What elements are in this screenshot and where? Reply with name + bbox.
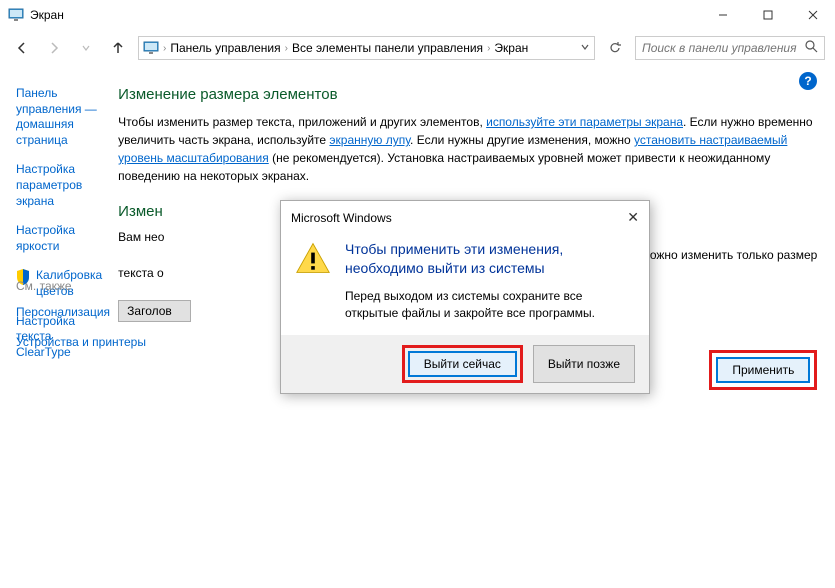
logout-now-highlight: Выйти сейчас (402, 345, 523, 383)
apply-highlight: Применить (709, 350, 817, 390)
sidebar-item-display-settings[interactable]: Настройка параметров экрана (16, 162, 102, 209)
dialog-titlebar: Microsoft Windows ✕ (281, 201, 649, 234)
navbar: › Панель управления › Все элементы панел… (0, 30, 835, 66)
nav-recent[interactable] (74, 36, 98, 60)
dialog-text: Перед выходом из системы сохраните все о… (345, 288, 635, 322)
chevron-right-icon: › (487, 43, 490, 54)
page-heading: Изменение размера элементов (118, 86, 817, 103)
address-bar[interactable]: › Панель управления › Все элементы панел… (138, 36, 595, 60)
chevron-right-icon: › (285, 43, 288, 54)
chevron-down-icon[interactable] (580, 41, 590, 55)
window-title: Экран (30, 8, 700, 22)
dialog-close-button[interactable]: ✕ (627, 209, 639, 226)
dialog-button-row: Выйти сейчас Выйти позже (281, 335, 649, 393)
font-element-dropdown[interactable]: Заголов (118, 300, 191, 322)
close-button[interactable] (790, 0, 835, 30)
window-controls (700, 0, 835, 30)
search-box[interactable] (635, 36, 825, 60)
dialog-body: Чтобы применить эти изменения, необходим… (281, 234, 649, 335)
nav-back[interactable] (10, 36, 34, 60)
search-icon[interactable] (805, 40, 818, 56)
logout-later-button[interactable]: Выйти позже (533, 345, 635, 383)
link-magnifier[interactable]: экранную лупу (329, 133, 410, 147)
sidebar-item-brightness[interactable]: Настройка яркости (16, 223, 102, 254)
refresh-button[interactable] (603, 36, 627, 60)
warning-icon (295, 240, 331, 276)
nav-forward[interactable] (42, 36, 66, 60)
sidebar-item-home[interactable]: Панель управления — домашняя страница (16, 86, 102, 148)
chevron-right-icon: › (163, 43, 166, 54)
dialog-title: Microsoft Windows (291, 211, 392, 225)
logout-now-button[interactable]: Выйти сейчас (408, 351, 517, 377)
monitor-icon (8, 7, 24, 23)
intro-paragraph: Чтобы изменить размер текста, приложений… (118, 113, 817, 185)
maximize-button[interactable] (745, 0, 790, 30)
search-input[interactable] (642, 41, 805, 55)
breadcrumb-item[interactable]: Экран (494, 41, 528, 55)
dialog: Microsoft Windows ✕ Чтобы применить эти … (280, 200, 650, 394)
apply-button[interactable]: Применить (716, 357, 810, 383)
breadcrumb-item[interactable]: Панель управления (170, 41, 280, 55)
sidebar: Панель управления — домашняя страница На… (0, 76, 118, 384)
titlebar: Экран (0, 0, 835, 30)
minimize-button[interactable] (700, 0, 745, 30)
dialog-heading: Чтобы применить эти изменения, необходим… (345, 240, 635, 278)
monitor-icon (143, 40, 159, 56)
link-display-params[interactable]: используйте эти параметры экрана (486, 115, 683, 129)
breadcrumb-item[interactable]: Все элементы панели управления (292, 41, 483, 55)
nav-up[interactable] (106, 36, 130, 60)
